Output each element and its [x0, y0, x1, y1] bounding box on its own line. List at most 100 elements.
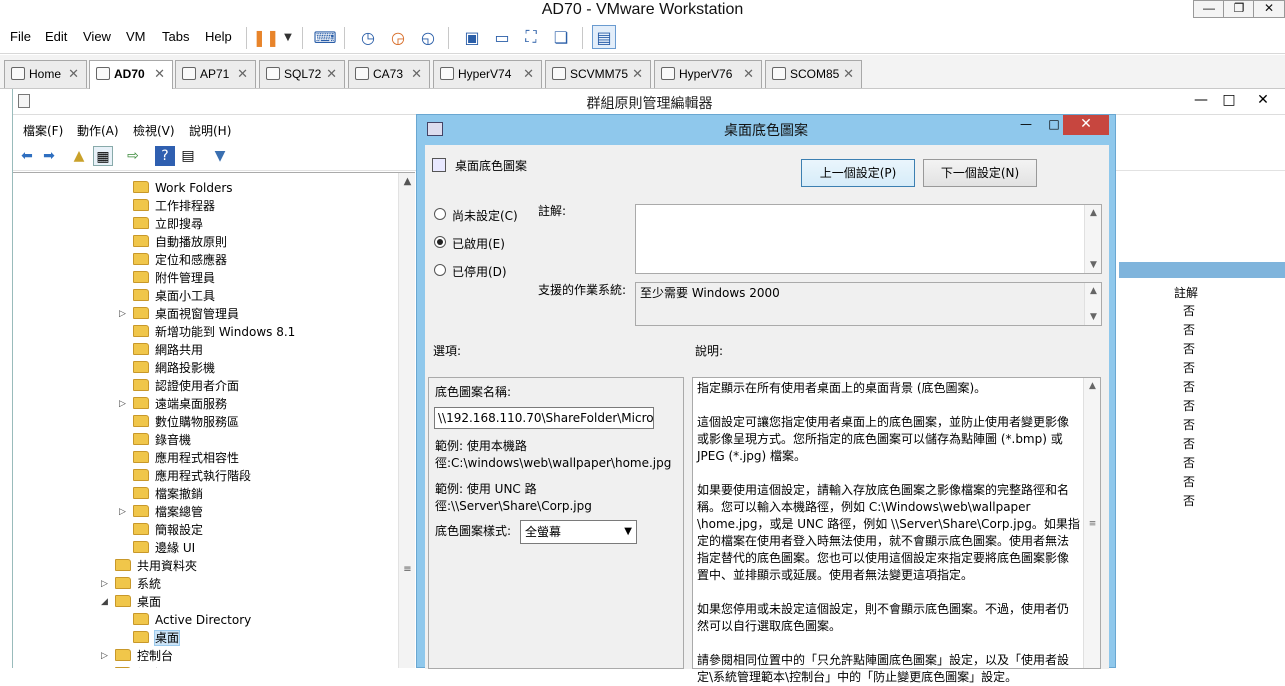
help-scrollbar[interactable]: ▲ ≡ [1083, 378, 1100, 668]
comment-scrollbar[interactable]: ▲ ▼ [1084, 205, 1101, 273]
tree-node[interactable]: 網路投影機 [133, 359, 215, 377]
supported-os-scrollbar[interactable]: ▲ ▼ [1084, 283, 1101, 325]
expanded-arrow-icon[interactable]: ◢ [101, 593, 108, 611]
close-icon[interactable]: ✕ [743, 61, 754, 87]
disabled-label[interactable]: 已停用(D) [452, 263, 507, 280]
comment-textarea[interactable]: ▲ ▼ [635, 204, 1102, 274]
menu-help[interactable]: Help [205, 29, 232, 44]
tree-node[interactable]: ▷ 檔案總管 [119, 503, 203, 521]
wallpaper-name-input[interactable]: \\192.168.110.70\ShareFolder\Microso [434, 407, 654, 429]
tab-home[interactable]: Home ✕ [4, 60, 87, 88]
thumbnail-bar-icon[interactable]: ▭ [490, 25, 514, 49]
chevron-down-icon[interactable]: ▼ [276, 25, 300, 49]
expand-arrow-icon[interactable]: ▷ [119, 305, 126, 323]
tree-node[interactable]: 自動播放原則 [133, 233, 227, 251]
list-item[interactable]: 否 [1183, 492, 1195, 509]
close-icon[interactable]: ✕ [326, 61, 337, 87]
dialog-close-button[interactable]: ✕ [1063, 115, 1109, 135]
tree-node[interactable]: 錄音機 [133, 431, 191, 449]
dialog-minimize-button[interactable]: — [1013, 115, 1039, 135]
tab-scom85[interactable]: SCOM85 ✕ [765, 60, 862, 88]
chevron-down-icon[interactable]: ▼ [1085, 257, 1102, 273]
fullscreen-icon[interactable]: ⛶ [519, 25, 543, 49]
menu-tabs[interactable]: Tabs [162, 29, 189, 44]
wallpaper-style-select[interactable]: 全螢幕 ▼ [520, 520, 637, 544]
gpme-minimize-button[interactable]: — [1188, 90, 1214, 112]
next-setting-button[interactable]: 下一個設定(N) [923, 159, 1037, 187]
unity-icon[interactable]: ❏ [549, 25, 573, 49]
expand-arrow-icon[interactable]: ▷ [101, 575, 108, 593]
up-folder-icon[interactable]: ▲ [69, 146, 89, 166]
tree-node[interactable]: 新增功能到 Windows 8.1 [133, 323, 295, 341]
tree-node[interactable]: 數位購物服務區 [133, 413, 239, 431]
snapshot-icon[interactable]: ◷ [356, 25, 380, 49]
close-icon[interactable]: ✕ [523, 61, 534, 87]
chevron-down-icon[interactable]: ▼ [1085, 309, 1102, 325]
scroll-thumb-grip-icon[interactable]: ≡ [399, 561, 415, 578]
tree-node[interactable]: ◢ 桌面 [101, 593, 161, 611]
expand-arrow-icon[interactable]: ▷ [119, 395, 126, 413]
send-keys-icon[interactable]: ⌨ [313, 25, 337, 49]
tree-node[interactable]: 邊緣 UI [133, 539, 195, 557]
tab-scvmm75[interactable]: SCVMM75 ✕ [545, 60, 651, 88]
sidebar-toggle-icon[interactable]: ▣ [460, 25, 484, 49]
list-item[interactable]: 否 [1183, 473, 1195, 490]
list-item[interactable]: 否 [1183, 378, 1195, 395]
filter-icon[interactable]: ▼ [210, 146, 230, 166]
help-icon[interactable]: ? [155, 146, 175, 166]
list-item[interactable]: 否 [1183, 454, 1195, 471]
vmware-close-button[interactable]: ✕ [1253, 0, 1285, 18]
menu-vm[interactable]: VM [126, 29, 146, 44]
tab-ap71[interactable]: AP71 ✕ [175, 60, 256, 88]
close-icon[interactable]: ✕ [632, 61, 643, 87]
tree-node[interactable]: Work Folders [133, 179, 233, 197]
list-item[interactable]: 否 [1183, 340, 1195, 357]
tree-node[interactable]: ▷ 遠端桌面服務 [119, 395, 227, 413]
close-icon[interactable]: ✕ [154, 61, 165, 87]
chevron-up-icon[interactable]: ▲ [399, 173, 415, 190]
tree-node[interactable]: 附件管理員 [133, 269, 215, 287]
gpme-menu-action[interactable]: 動作(A) [77, 122, 119, 139]
tree-node[interactable]: 應用程式執行階段 [133, 467, 251, 485]
list-item[interactable]: 否 [1183, 359, 1195, 376]
chevron-up-icon[interactable]: ▲ [1085, 283, 1102, 299]
tree-node[interactable]: 桌面 [133, 629, 181, 647]
console-view-icon[interactable]: ▤ [592, 25, 616, 49]
menu-edit[interactable]: Edit [45, 29, 67, 44]
close-icon[interactable]: ✕ [237, 61, 248, 87]
gpme-menu-file[interactable]: 檔案(F) [23, 122, 63, 139]
column-comment-header[interactable]: 註解 [1174, 284, 1198, 301]
back-arrow-icon[interactable]: ⬅ [17, 146, 37, 166]
tab-ca73[interactable]: CA73 ✕ [348, 60, 430, 88]
enabled-label[interactable]: 已啟用(E) [452, 235, 505, 252]
tree-node[interactable]: 網路共用 [133, 341, 203, 359]
close-icon[interactable]: ✕ [843, 61, 854, 87]
menu-file[interactable]: File [10, 29, 31, 44]
not-configured-radio[interactable] [434, 208, 446, 220]
list-item[interactable]: 否 [1183, 321, 1195, 338]
forward-arrow-icon[interactable]: ➡ [39, 146, 59, 166]
tree-node[interactable]: ▷ 控制台 [101, 647, 173, 665]
pause-icon[interactable]: ❚❚ [253, 25, 280, 49]
tab-sql72[interactable]: SQL72 ✕ [259, 60, 345, 88]
previous-setting-button[interactable]: 上一個設定(P) [801, 159, 915, 187]
chevron-down-icon[interactable]: ▼ [624, 521, 632, 543]
chevron-up-icon[interactable]: ▲ [1084, 378, 1101, 394]
tree-node[interactable]: 工作排程器 [133, 197, 215, 215]
disabled-radio[interactable] [434, 264, 446, 276]
tree-node[interactable]: ▷ 桌面視窗管理員 [119, 305, 239, 323]
tree-node[interactable]: ▷ 系統 [101, 575, 161, 593]
tree-node[interactable]: 共用資料夾 [115, 557, 197, 575]
gpme-close-button[interactable]: ✕ [1250, 90, 1276, 112]
show-hide-tree-icon[interactable]: ▦ [93, 146, 113, 166]
gpme-maximize-button[interactable]: □ [1216, 90, 1242, 112]
tab-ad70[interactable]: AD70 ✕ [89, 60, 173, 89]
list-item[interactable]: 否 [1183, 435, 1195, 452]
close-icon[interactable]: ✕ [68, 61, 79, 87]
expand-arrow-icon[interactable]: ▷ [101, 647, 108, 665]
tree-node[interactable]: 應用程式相容性 [133, 449, 239, 467]
vmware-maximize-button[interactable]: ❐ [1223, 0, 1255, 18]
gpme-menu-view[interactable]: 檢視(V) [133, 122, 175, 139]
tree-node[interactable]: 立即搜尋 [133, 215, 203, 233]
list-item[interactable]: 否 [1183, 397, 1195, 414]
